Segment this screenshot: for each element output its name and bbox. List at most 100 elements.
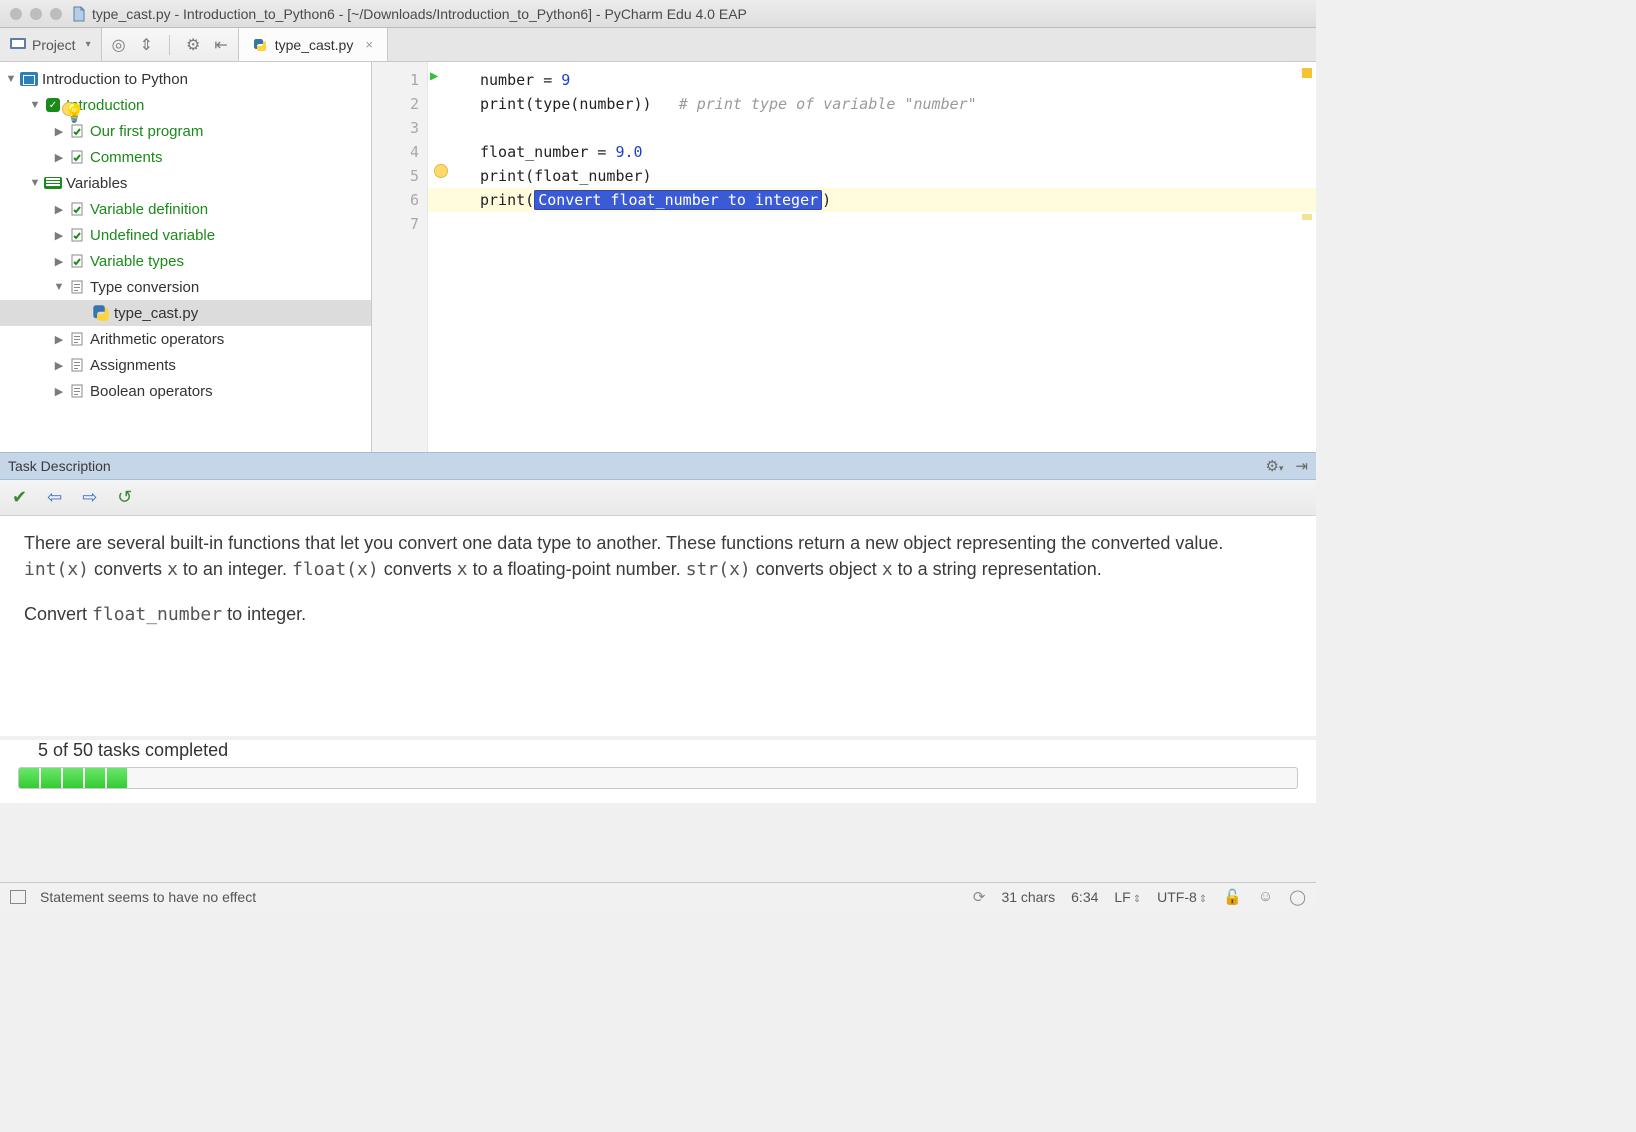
line-number: 3 <box>372 116 419 140</box>
expand-toggle[interactable]: ▼ <box>4 73 18 85</box>
status-bar: Statement seems to have no effect ⟳ 31 c… <box>0 882 1316 910</box>
project-label: Project <box>32 37 76 53</box>
hint-icon[interactable]: 💡 <box>62 102 76 116</box>
python-file-icon <box>92 306 110 320</box>
check-task-icon[interactable]: ✔ <box>12 487 27 508</box>
expand-toggle[interactable]: ▼ <box>28 177 42 189</box>
progress-segment <box>19 768 39 788</box>
inline-code: x <box>457 559 468 580</box>
expand-toggle[interactable]: ▶ <box>52 385 66 398</box>
tree-file-type-cast[interactable]: type_cast.py <box>0 300 371 326</box>
expand-toggle[interactable]: ▶ <box>52 359 66 372</box>
tree-item-boolean[interactable]: ▶ Boolean operators <box>0 378 371 404</box>
reset-task-icon[interactable]: ↺ <box>117 487 132 508</box>
tree-label: Variable types <box>90 253 184 270</box>
close-tab-icon[interactable]: × <box>365 37 373 52</box>
separator <box>169 35 170 55</box>
tree-item-variable-definition[interactable]: ▶ Variable definition <box>0 196 371 222</box>
feedback-icon[interactable]: ◯ <box>1289 888 1306 906</box>
code-comment: # print type of variable "number" <box>679 95 977 113</box>
line-gutter: 1 2 3 4 5 6 7 <box>372 62 428 452</box>
chevron-down-icon: ▾ <box>86 39 91 50</box>
minimize-window-button[interactable] <box>30 8 42 20</box>
task-paragraph: Convert float_number to integer. <box>24 601 1292 628</box>
sync-icon[interactable]: ⟳ <box>973 888 986 906</box>
project-toolbar-icons: ◎ ⇕ ⚙ ⇤ <box>102 28 239 61</box>
gear-icon[interactable]: ⚙ <box>186 35 200 55</box>
expand-toggle[interactable]: ▶ <box>52 229 66 242</box>
tree-section-introduction[interactable]: ▼ ✓ Introduction <box>0 92 371 118</box>
tree-label: Comments <box>90 149 163 166</box>
file-encoding[interactable]: UTF-8⇕ <box>1157 889 1207 905</box>
expand-toggle[interactable]: ▼ <box>52 281 66 293</box>
course-icon <box>20 72 38 86</box>
code-text: (float_number) <box>525 167 651 185</box>
code-text: print <box>480 167 525 185</box>
line-number: 6 <box>372 188 419 212</box>
close-window-button[interactable] <box>10 8 22 20</box>
window-titlebar: type_cast.py - Introduction_to_Python6 -… <box>0 0 1316 28</box>
locate-icon[interactable]: ◎ <box>112 35 126 55</box>
tree-item-comments[interactable]: ▶ Comments <box>0 144 371 170</box>
warning-marker[interactable] <box>1302 214 1312 220</box>
code-area[interactable]: number = 9 print(type(number)) # print t… <box>428 62 1316 452</box>
task-icon <box>68 279 86 295</box>
project-tree[interactable]: ▼ Introduction to Python ▼ ✓ Introductio… <box>0 62 372 452</box>
next-task-icon[interactable]: ⇨ <box>82 487 97 508</box>
previous-task-icon[interactable]: ⇦ <box>47 487 62 508</box>
inline-code: str(x) <box>686 559 751 580</box>
window-title: type_cast.py - Introduction_to_Python6 -… <box>92 6 747 22</box>
project-icon <box>10 36 26 53</box>
project-tool-window-button[interactable]: Project ▾ <box>0 28 102 61</box>
task-complete-icon <box>68 201 86 217</box>
inline-code: x <box>882 559 893 580</box>
tree-item-type-conversion[interactable]: ▼ Type conversion <box>0 274 371 300</box>
lock-icon[interactable]: 🔓 <box>1223 888 1242 906</box>
tree-item-arithmetic[interactable]: ▶ Arithmetic operators <box>0 326 371 352</box>
expand-toggle[interactable]: ▶ <box>52 125 66 138</box>
tree-label: Assignments <box>90 357 176 374</box>
hide-panel-icon[interactable]: ⇥ <box>1295 457 1308 475</box>
expand-toggle[interactable]: ▶ <box>52 151 66 164</box>
tree-section-variables[interactable]: ▼ Variables <box>0 170 371 196</box>
task-description-header: Task Description ⚙▾ ⇥ <box>0 452 1316 480</box>
collapse-all-icon[interactable]: ⇕ <box>140 35 153 55</box>
progress-segment <box>63 768 83 788</box>
hide-icon[interactable]: ⇤ <box>214 35 227 55</box>
editor-tab-type-cast[interactable]: type_cast.py × <box>239 28 388 61</box>
expand-toggle[interactable]: ▼ <box>28 99 42 111</box>
tree-item-variable-types[interactable]: ▶ Variable types <box>0 248 371 274</box>
caret-position[interactable]: 6:34 <box>1071 889 1098 905</box>
line-number: 2 <box>372 92 419 116</box>
tree-item-undefined-variable[interactable]: ▶ Undefined variable <box>0 222 371 248</box>
task-complete-icon <box>68 123 86 139</box>
tool-windows-icon[interactable] <box>10 890 26 904</box>
check-icon: ✓ <box>44 98 62 112</box>
tree-label: Type conversion <box>90 279 199 296</box>
warning-marker[interactable] <box>1302 68 1312 78</box>
main-toolbar: Project ▾ ◎ ⇕ ⚙ ⇤ type_cast.py × <box>0 28 1316 62</box>
code-text: (type(number)) <box>525 95 651 113</box>
expand-toggle[interactable]: ▶ <box>52 203 66 216</box>
tree-root[interactable]: ▼ Introduction to Python <box>0 66 371 92</box>
tree-item-first-program[interactable]: ▶ Our first program <box>0 118 371 144</box>
task-icon <box>68 357 86 373</box>
inspector-icon[interactable]: ☺ <box>1258 888 1273 905</box>
task-paragraph: There are several built-in functions tha… <box>24 530 1292 583</box>
zoom-window-button[interactable] <box>50 8 62 20</box>
window-controls <box>10 8 62 20</box>
tree-label: Variable definition <box>90 201 208 218</box>
expand-toggle[interactable]: ▶ <box>52 255 66 268</box>
answer-placeholder[interactable]: Convert float_number to integer <box>534 190 822 210</box>
line-separator[interactable]: LF⇕ <box>1114 889 1141 905</box>
gear-icon[interactable]: ⚙▾ <box>1265 457 1283 475</box>
line-number: 4 <box>372 140 419 164</box>
expand-toggle[interactable]: ▶ <box>52 333 66 346</box>
tree-item-assignments[interactable]: ▶ Assignments <box>0 352 371 378</box>
code-editor[interactable]: 1 2 3 4 5 6 7 ▶ number = 9 print(type(nu… <box>372 62 1316 452</box>
progress-segment <box>107 768 127 788</box>
task-complete-icon <box>68 253 86 269</box>
progress-area: 5 of 50 tasks completed <box>0 740 1316 803</box>
tree-label: Arithmetic operators <box>90 331 224 348</box>
inline-code: float(x) <box>292 559 379 580</box>
